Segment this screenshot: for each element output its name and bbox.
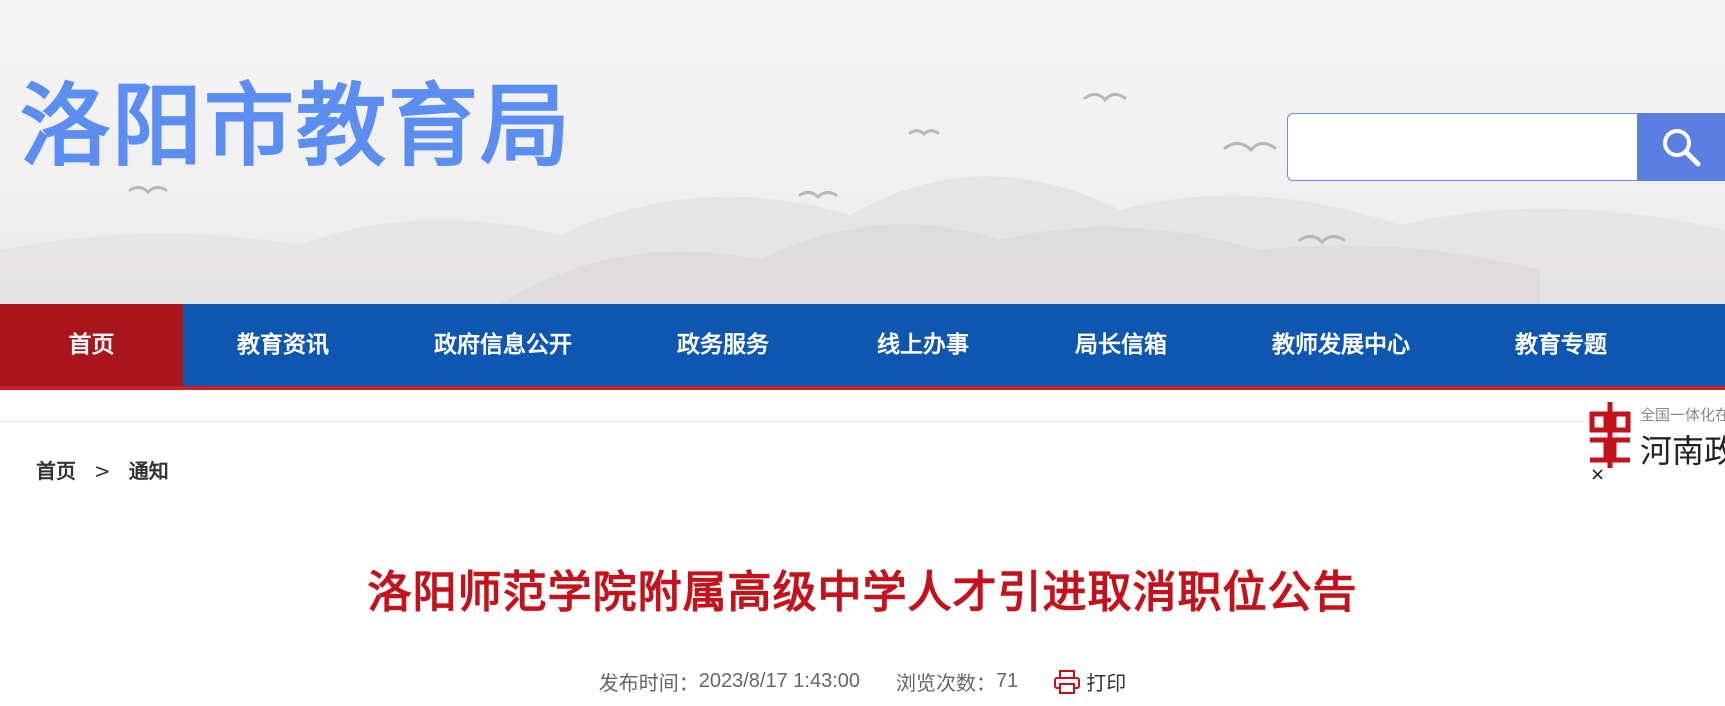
article-title: 洛阳师范学院附属高级中学人才引进取消职位公告 <box>367 567 1358 618</box>
nav-item-home[interactable]: 首页 <box>0 304 183 386</box>
gov-service-float-badge[interactable]: 全国一体化在 河南政务 × <box>1584 398 1725 488</box>
search-icon <box>1663 129 1701 167</box>
publish-time-value: 2023/8/17 1:43:00 <box>698 670 860 692</box>
nav-item-teacher-center[interactable]: 教师发展中心 <box>1231 304 1451 386</box>
badge-big-text: 河南政务 <box>1640 432 1725 470</box>
views-label: 浏览次数： <box>896 673 996 695</box>
breadcrumb: 首页 > 通知 <box>36 455 169 484</box>
badge-small-text: 全国一体化在 <box>1640 407 1725 424</box>
article-meta: 发布时间：2023/8/17 1:43:00 浏览次数：71 打印 <box>0 667 1725 696</box>
close-icon[interactable]: × <box>1590 466 1605 484</box>
printer-icon <box>1054 669 1081 694</box>
main-nav: 首页 教育资讯 政府信息公开 政务服务 线上办事 局长信箱 教师发展中心 教育专… <box>0 304 1725 390</box>
breadcrumb-home-link[interactable]: 首页 <box>36 459 76 483</box>
header-banner: 洛阳市教育局 <box>0 0 1725 304</box>
nav-item-gov-info[interactable]: 政府信息公开 <box>393 304 613 386</box>
breadcrumb-current-link[interactable]: 通知 <box>129 459 169 483</box>
nav-item-online-services[interactable]: 线上办事 <box>823 304 1023 386</box>
print-label: 打印 <box>1086 673 1127 695</box>
site-title[interactable]: 洛阳市教育局 <box>20 82 572 172</box>
views-value: 71 <box>996 670 1019 692</box>
search-button[interactable] <box>1637 113 1725 181</box>
publish-time-label: 发布时间： <box>598 673 699 695</box>
breadcrumb-separator: > <box>94 459 111 483</box>
nav-item-education-topics[interactable]: 教育专题 <box>1461 304 1661 386</box>
search-input[interactable] <box>1287 113 1637 181</box>
nav-item-gov-services[interactable]: 政务服务 <box>623 304 823 386</box>
divider <box>0 421 1725 422</box>
nav-item-director-mailbox[interactable]: 局长信箱 <box>1021 304 1221 386</box>
print-button[interactable]: 打印 <box>1054 669 1127 695</box>
nav-item-education-news[interactable]: 教育资讯 <box>183 304 383 386</box>
gov-service-logo-icon <box>1589 402 1631 468</box>
